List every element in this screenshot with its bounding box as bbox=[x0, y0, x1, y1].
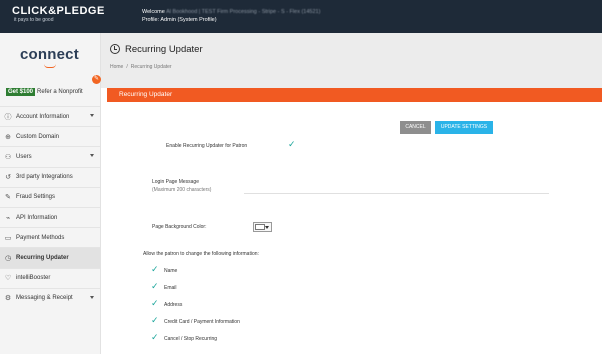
bg-color-picker[interactable] bbox=[253, 222, 272, 232]
field-label: Address bbox=[164, 302, 183, 308]
brand-tagline: it pays to be good bbox=[14, 17, 54, 23]
sidebar-item-label: Fraud Settings bbox=[16, 194, 56, 201]
info-icon: ⓘ bbox=[4, 113, 12, 121]
fraud-icon: ✎ bbox=[5, 194, 11, 202]
welcome-user: Al Bookhood | TEST Firm Processing - Str… bbox=[166, 9, 321, 15]
welcome-prefix: Welcome bbox=[142, 9, 165, 15]
sidebar-item-payment-methods[interactable]: ▭ Payment Methods bbox=[0, 227, 100, 247]
sidebar-item-3rd-party-integrations[interactable]: ↺ 3rd party Integrations bbox=[0, 166, 100, 187]
sidebar-item-messaging-receipt[interactable]: ⚙ Messaging & Receipt bbox=[0, 287, 100, 308]
profile-line: Profile: Admin (System Profile) bbox=[142, 17, 217, 23]
panel-title: Recurring Updater bbox=[119, 91, 173, 98]
field-label: Name bbox=[164, 268, 178, 274]
color-swatch bbox=[255, 224, 265, 230]
dropdown-arrow-icon bbox=[265, 226, 269, 229]
login-message-input[interactable] bbox=[244, 193, 549, 194]
promo-badge: Get $100 bbox=[6, 88, 36, 96]
enable-label: Enable Recurring Updater for Patron bbox=[166, 143, 248, 149]
field-label: Cancel / Stop Recurring bbox=[164, 336, 218, 342]
integrations-icon: ↺ bbox=[5, 174, 11, 182]
chevron-down-icon bbox=[90, 114, 94, 117]
sidebar-item-label: Payment Methods bbox=[16, 234, 65, 241]
field-label: Email bbox=[164, 285, 177, 291]
enable-checkbox[interactable]: ✓ bbox=[288, 140, 296, 149]
login-message-hint: (Maximum 200 characters) bbox=[152, 187, 212, 193]
globe-icon: ⊕ bbox=[5, 133, 11, 141]
breadcrumb-separator: / bbox=[126, 64, 128, 70]
logo-smile-icon bbox=[44, 64, 56, 68]
sidebar-item-custom-domain[interactable]: ⊕ Custom Domain bbox=[0, 126, 100, 146]
sidebar-item-label: intelliBooster bbox=[16, 275, 51, 282]
breadcrumb: Home / Recurring Updater bbox=[110, 64, 172, 70]
bg-color-label: Page Background Color: bbox=[152, 224, 207, 230]
recurring-icon: ◷ bbox=[4, 254, 12, 262]
field-checkbox[interactable]: ✓ bbox=[151, 299, 159, 308]
login-message-label: Login Page Message bbox=[152, 179, 199, 185]
settings-panel: CANCEL UPDATE SETTINGS Enable Recurring … bbox=[107, 102, 602, 354]
sidebar-item-account-information[interactable]: ⓘ Account Information bbox=[0, 106, 100, 126]
chevron-down-icon bbox=[90, 154, 94, 158]
users-icon: ⚇ bbox=[4, 153, 12, 161]
sidebar-nav: ⓘ Account Information ⊕ Custom Domain ⚇ Users… bbox=[0, 106, 100, 308]
update-settings-button[interactable]: UPDATE SETTINGS bbox=[435, 121, 493, 134]
clock-icon bbox=[110, 44, 120, 54]
cancel-button[interactable]: CANCEL bbox=[400, 121, 431, 134]
field-checkbox[interactable]: ✓ bbox=[151, 316, 159, 325]
sidebar-item-label: Users bbox=[16, 153, 32, 160]
page-header: Recurring Updater Home / Recurring Updater bbox=[101, 33, 602, 88]
field-checkbox[interactable]: ✓ bbox=[151, 265, 159, 274]
sidebar-item-fraud-settings[interactable]: ✎ Fraud Settings bbox=[0, 186, 100, 207]
chevron-down-icon bbox=[90, 295, 94, 299]
top-bar: CLICK&PLEDGE it pays to be good Welcome … bbox=[0, 0, 602, 33]
panel-header: Recurring Updater bbox=[107, 88, 602, 102]
sidebar-item-api-information[interactable]: ⌁ API Information bbox=[0, 206, 100, 227]
sidebar-item-label: 3rd party Integrations bbox=[16, 174, 73, 181]
field-checkbox[interactable]: ✓ bbox=[151, 282, 159, 291]
settings-icon: ⚙ bbox=[4, 295, 12, 303]
promo-text: Refer a Nonprofit bbox=[37, 89, 83, 95]
sidebar-item-label: API Information bbox=[16, 214, 58, 221]
breadcrumb-current: Recurring Updater bbox=[130, 64, 172, 70]
breadcrumb-home[interactable]: Home bbox=[110, 64, 123, 70]
sidebar-item-label: Recurring Updater bbox=[16, 254, 69, 261]
sidebar-item-label: Messaging & Receipt bbox=[16, 295, 73, 302]
sidebar-item-label: Custom Domain bbox=[16, 133, 60, 140]
sidebar-item-recurring-updater[interactable]: ◷ Recurring Updater bbox=[0, 247, 100, 268]
page-title: Recurring Updater bbox=[125, 44, 203, 55]
heart-icon: ♡ bbox=[4, 275, 12, 283]
sidebar: connect ✎ Get $100 Refer a Nonprofit ⓘ Acc… bbox=[0, 33, 101, 354]
refer-promo[interactable]: Get $100 Refer a Nonprofit bbox=[6, 88, 83, 96]
welcome-info: Welcome Al Bookhood | TEST Firm Processi… bbox=[142, 8, 320, 24]
edit-icon[interactable]: ✎ bbox=[92, 75, 101, 84]
api-icon: ⌁ bbox=[5, 214, 11, 222]
brand-logo[interactable]: CLICK&PLEDGE it pays to be good bbox=[12, 5, 105, 23]
connect-logo[interactable]: connect bbox=[20, 46, 79, 63]
sidebar-item-users[interactable]: ⚇ Users bbox=[0, 146, 100, 166]
allow-label: Allow the patron to change the following… bbox=[143, 251, 259, 257]
sidebar-item-intellibooster[interactable]: ♡ intelliBooster bbox=[0, 267, 100, 288]
welcome-line: Welcome Al Bookhood | TEST Firm Processi… bbox=[142, 8, 320, 16]
payment-icon: ▭ bbox=[4, 234, 12, 242]
field-checkbox[interactable]: ✓ bbox=[151, 333, 159, 342]
brand-name: CLICK&PLEDGE bbox=[12, 5, 105, 17]
field-label: Credit Card / Payment Information bbox=[164, 319, 240, 325]
sidebar-item-label: Account Information bbox=[16, 113, 70, 120]
